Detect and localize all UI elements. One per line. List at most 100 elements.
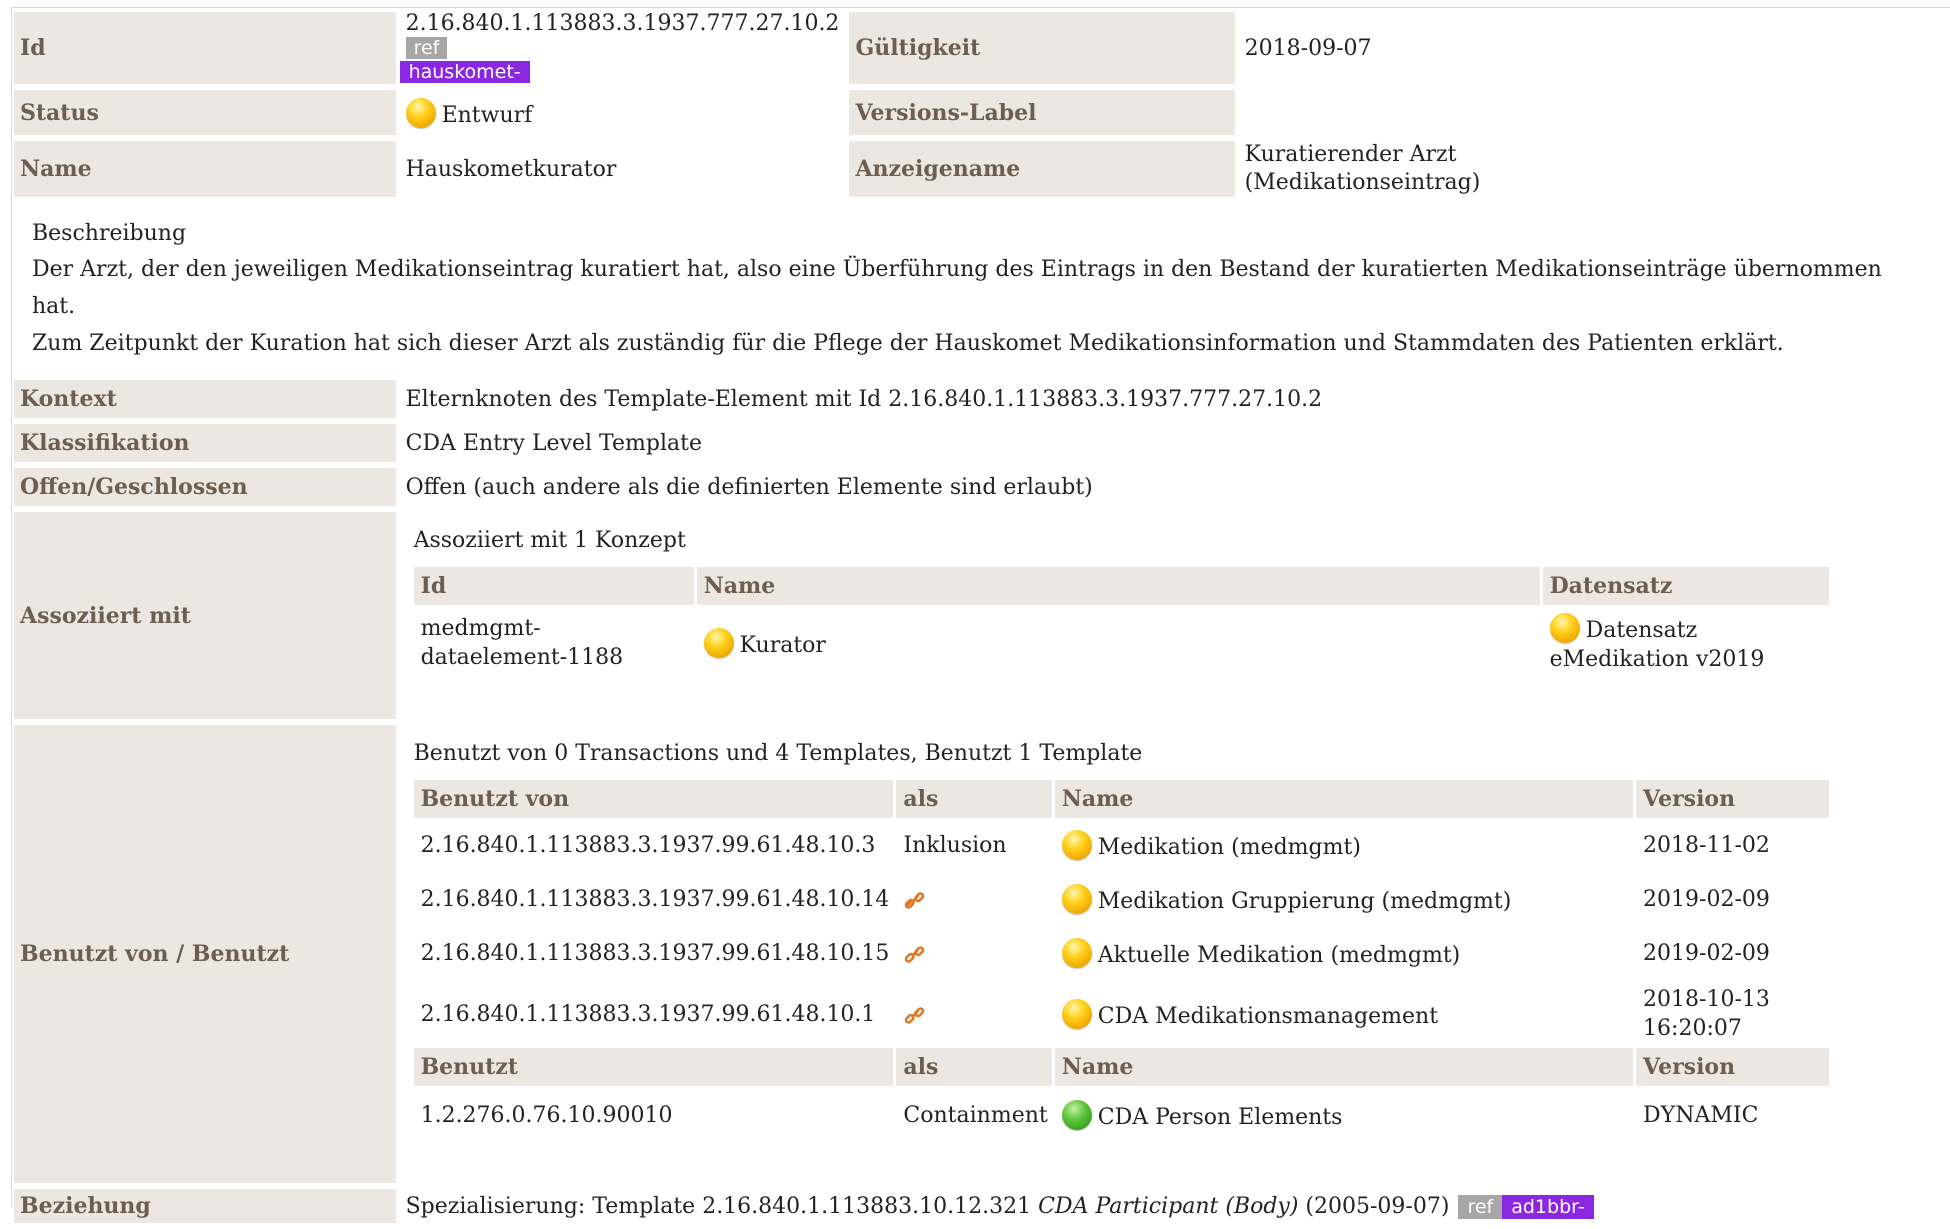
usage-row: Benutzt von / Benutzt Benutzt von 0 Tran… [14,725,1940,1183]
used-by-header-row: Benutzt von als Name Version [413,780,1829,818]
offen-value: Offen (auch andere als die definierten E… [405,474,1093,500]
usage-label: Benutzt von / Benutzt [14,725,396,1183]
status-value-cell: Entwurf [396,90,850,135]
used-by-row[interactable]: 2.16.840.1.113883.3.1937.99.61.48.10.15 … [414,926,1829,980]
offen-row: Offen/Geschlossen Offen (auch andere als… [14,468,1940,506]
used-by-version: 2019-02-09 [1643,940,1770,966]
used-by-name-cell: CDA Medikationsmanagement [1055,980,1636,1048]
used-by-id[interactable]: 2.16.840.1.113883.3.1937.99.61.48.10.14 [414,872,897,926]
ref-badge[interactable]: ref [405,37,448,59]
relation-row: Beziehung Spezialisierung: Template 2.16… [14,1189,1940,1223]
draft-status-icon [405,97,436,128]
used-by-name[interactable]: Medikation (medmgmt) [1098,835,1361,860]
draft-status-icon [1549,612,1580,643]
anzeigename-line1: Kuratierender Arzt [1244,142,1457,167]
uses-col-name: Name [1054,1048,1637,1086]
gueltigkeit-label: Gültigkeit [849,12,1235,84]
status-value: Entwurf [441,102,533,128]
link-icon[interactable] [903,888,929,912]
draft-status-icon [1061,999,1092,1029]
used-by-version-line1: 2018-10-13 [1643,987,1770,1012]
used-by-name[interactable]: Aktuelle Medikation (medmgmt) [1098,943,1461,968]
uses-row[interactable]: 1.2.276.0.76.10.90010 Containment CDA Pe… [414,1086,1829,1144]
anzeigename-line2: (Medikationseintrag) [1244,170,1481,195]
uses-version: DYNAMIC [1643,1102,1759,1128]
used-by-row[interactable]: 2.16.840.1.113883.3.1937.99.61.48.10.3 I… [414,818,1829,872]
relation-prefix-badge[interactable]: ad1bbr- [1502,1194,1594,1219]
used-by-id[interactable]: 2.16.840.1.113883.3.1937.99.61.48.10.15 [414,926,897,980]
uses-header-row: Benutzt als Name Version [413,1048,1829,1086]
concept-col-dataset: Datensatz [1542,567,1829,605]
used-by-name-cell: Medikation Gruppierung (medmgmt) [1055,872,1636,926]
id-label: Id [14,12,396,84]
description-row: Beschreibung Der Arzt, der den jeweilige… [14,203,1940,374]
concept-col-id: Id [413,567,697,605]
used-by-version: 2018-10-13 16:20:07 [1636,980,1829,1048]
versions-value [1235,90,1940,135]
name-label: Name [14,141,396,197]
used-by-name-cell: Medikation (medmgmt) [1055,818,1636,872]
uses-name[interactable]: CDA Person Elements [1098,1105,1343,1130]
kontext-value: Elternknoten des Template-Element mit Id… [405,386,1323,412]
concept-dataset-line1[interactable]: Datensatz [1586,618,1698,643]
relation-date: (2005-09-07) [1305,1193,1450,1219]
klassifikation-row: Klassifikation CDA Entry Level Template [14,424,1940,462]
draft-status-icon [1061,830,1092,860]
link-icon[interactable] [903,942,929,966]
used-by-col-version: Version [1636,780,1829,818]
relation-label: Beziehung [14,1189,396,1223]
used-by-name-cell: Aktuelle Medikation (medmgmt) [1055,926,1636,980]
used-by-id[interactable]: 2.16.840.1.113883.3.1937.99.61.48.10.3 [414,818,897,872]
id-value-cell: 2.16.840.1.113883.3.1937.777.27.10.2 ref… [396,12,850,84]
used-by-als-cell [896,926,1054,980]
used-by-version: 2019-02-09 [1643,886,1770,912]
concept-id-line1: medmgmt- [420,616,541,641]
description-title: Beschreibung [32,221,187,246]
template-id: 2.16.840.1.113883.3.1937.777.27.10.2 [405,11,840,36]
versions-label: Versions-Label [849,90,1235,135]
used-by-als-cell [896,872,1054,926]
used-by-version: 2018-11-02 [1643,832,1770,858]
concept-dataset-line2[interactable]: eMedikation v2019 [1550,647,1765,672]
uses-col-id: Benutzt [413,1048,897,1086]
draft-status-icon [1061,884,1092,914]
description-line1: Der Arzt, der den jeweiligen Medikations… [32,257,1882,319]
link-icon[interactable] [903,1003,929,1027]
used-by-col-als: als [896,780,1055,818]
concept-id[interactable]: medmgmt- dataelement-1188 [414,605,697,681]
klassifikation-value: CDA Entry Level Template [405,430,702,456]
uses-id[interactable]: 1.2.276.0.76.10.90010 [414,1086,897,1144]
used-by-id[interactable]: 2.16.840.1.113883.3.1937.99.61.48.10.1 [414,980,897,1048]
active-status-icon [1061,1100,1092,1130]
anzeigename-value: Kuratierender Arzt (Medikationseintrag) [1235,141,1940,197]
used-by-row[interactable]: 2.16.840.1.113883.3.1937.99.61.48.10.14 … [414,872,1829,926]
name-row: Name Hauskometkurator Anzeigename Kurati… [14,141,1940,197]
used-by-row[interactable]: 2.16.840.1.113883.3.1937.99.61.48.10.1 C… [414,980,1829,1048]
usage-caption: Benutzt von 0 Transactions und 4 Templat… [413,741,1143,766]
klassifikation-label: Klassifikation [14,424,396,462]
concept-row[interactable]: medmgmt- dataelement-1188 Kurator Datens… [414,605,1829,681]
uses-name-cell: CDA Person Elements [1055,1086,1636,1144]
template-detail-table: Id 2.16.840.1.113883.3.1937.777.27.10.2 … [14,6,1940,1229]
used-by-name[interactable]: Medikation Gruppierung (medmgmt) [1098,889,1512,914]
kontext-row: Kontext Elternknoten des Template-Elemen… [14,380,1940,418]
relation-value: Spezialisierung: Template 2.16.840.1.113… [396,1189,1940,1223]
relation-ref-badge[interactable]: ref [1458,1194,1503,1219]
kontext-label: Kontext [14,380,396,418]
status-label: Status [14,90,396,135]
anzeigename-label: Anzeigename [849,141,1235,197]
associated-label: Assoziiert mit [14,512,396,719]
uses-col-version: Version [1636,1048,1829,1086]
usage-table: Benutzt von als Name Version 2.16.840.1.… [413,780,1829,1144]
concept-name[interactable]: Kurator [740,633,826,658]
used-by-name[interactable]: CDA Medikationsmanagement [1098,1004,1438,1029]
associated-cell: Assoziiert mit 1 Konzept Id Name Datensa… [396,512,1940,719]
associated-caption: Assoziiert mit 1 Konzept [413,528,686,553]
project-prefix-badge[interactable]: hauskomet- [399,61,530,83]
uses-col-als: als [896,1048,1055,1086]
concept-id-line2: dataelement-1188 [420,645,624,670]
id-row: Id 2.16.840.1.113883.3.1937.777.27.10.2 … [14,12,1940,84]
used-by-col-id: Benutzt von [413,780,897,818]
description-line2: Zum Zeitpunkt der Kuration hat sich dies… [32,331,1784,356]
relation-template-name[interactable]: CDA Participant (Body) [1038,1194,1298,1219]
